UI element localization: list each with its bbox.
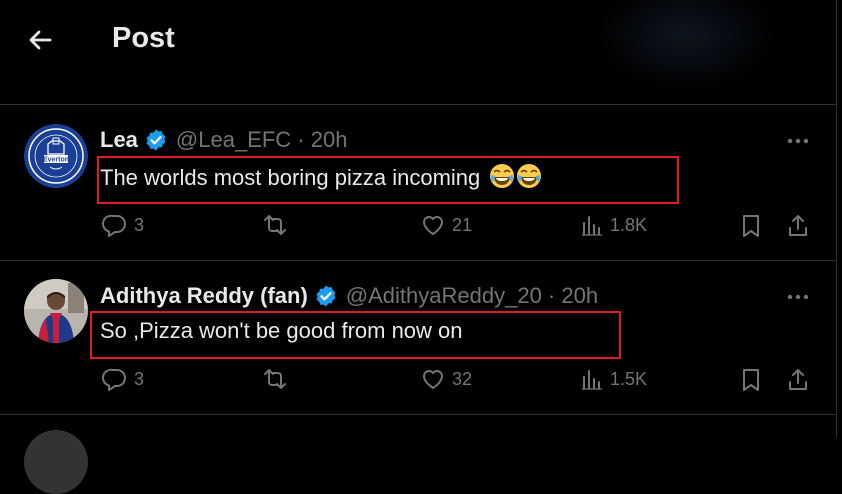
reply-button[interactable]: 3 <box>102 367 144 391</box>
more-icon[interactable] <box>784 131 814 151</box>
bookmark-button[interactable] <box>739 367 763 393</box>
avatar[interactable] <box>24 279 88 343</box>
post-text-content: The worlds most boring pizza incoming <box>100 165 481 190</box>
like-button[interactable]: 32 <box>420 367 472 391</box>
laughing-emoji-icon <box>489 163 515 189</box>
post-text: So ,Pizza won't be good from now on <box>100 318 463 343</box>
author-name[interactable]: Lea <box>100 127 138 153</box>
author-name[interactable]: Adithya Reddy (fan) <box>100 283 308 309</box>
like-icon <box>423 370 443 389</box>
reply-icon <box>102 368 126 391</box>
views-icon <box>582 370 602 390</box>
like-count: 21 <box>452 214 473 235</box>
share-icon <box>789 215 807 236</box>
share-icon <box>789 369 807 390</box>
post[interactable]: Adithya Reddy (fan) @AdithyaReddy_20 · 2… <box>0 261 836 414</box>
like-icon <box>423 216 443 235</box>
repost-button[interactable] <box>260 367 296 391</box>
reply-count: 3 <box>134 214 145 235</box>
views-button[interactable]: 1.8K <box>580 213 647 237</box>
repost-button[interactable] <box>260 213 296 237</box>
author-handle-time[interactable]: @AdithyaReddy_20 · 20h <box>346 283 598 309</box>
author-handle-time[interactable]: @Lea_EFC · 20h <box>176 127 348 153</box>
repost-icon <box>264 215 286 235</box>
bookmark-icon <box>743 369 759 391</box>
views-count: 1.8K <box>610 214 648 235</box>
reply-count: 3 <box>134 368 145 389</box>
post-text: The worlds most boring pizza incoming 😂😂 <box>100 163 542 191</box>
share-button[interactable] <box>786 213 810 239</box>
header-bar: Post <box>0 0 836 104</box>
more-icon[interactable] <box>784 287 814 307</box>
like-count: 32 <box>452 368 473 389</box>
reply-button[interactable]: 3 <box>102 213 144 237</box>
laughing-emoji-icon <box>516 163 542 189</box>
post[interactable]: Everton Lea @Lea_EFC · 20h The worlds mo… <box>0 105 836 260</box>
verified-badge-icon <box>314 284 338 308</box>
views-count: 1.5K <box>610 368 648 389</box>
avatar[interactable]: Everton <box>24 124 88 188</box>
views-button[interactable]: 1.5K <box>580 367 647 391</box>
bookmark-button[interactable] <box>739 213 763 239</box>
avatar-label: Everton <box>43 157 69 164</box>
post-divider <box>0 414 836 415</box>
right-edge <box>837 0 842 437</box>
header-glow <box>596 0 776 90</box>
bookmark-icon <box>743 215 759 237</box>
verified-badge-icon <box>144 128 168 152</box>
page-title: Post <box>112 22 175 54</box>
repost-icon <box>264 369 286 389</box>
like-button[interactable]: 21 <box>420 213 472 237</box>
avatar[interactable] <box>24 430 88 494</box>
back-arrow-icon[interactable] <box>24 24 56 56</box>
views-icon <box>582 216 602 236</box>
author-row: Adithya Reddy (fan) @AdithyaReddy_20 · 2… <box>100 283 598 309</box>
author-row: Lea @Lea_EFC · 20h <box>100 127 347 153</box>
reply-icon <box>102 214 126 237</box>
share-button[interactable] <box>786 367 810 393</box>
